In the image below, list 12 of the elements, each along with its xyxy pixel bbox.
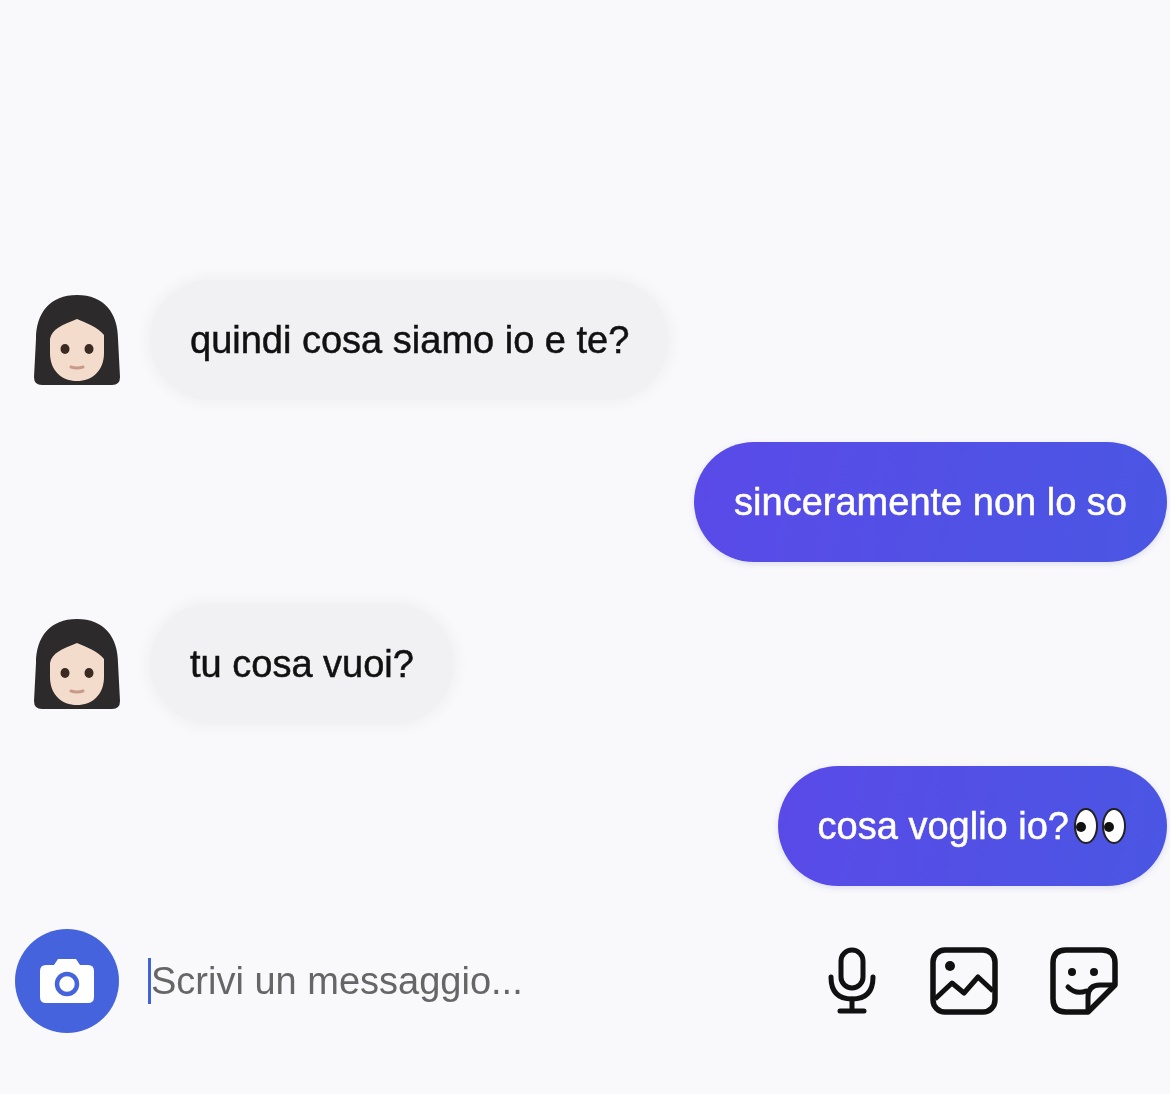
message-text: quindi cosa siamo io e te? xyxy=(190,318,630,362)
message-text: cosa voglio io? xyxy=(817,804,1069,848)
message-input-field[interactable]: Scrivi un messaggio... xyxy=(151,959,711,1003)
message-text: sinceramente non lo so xyxy=(734,480,1127,524)
microphone-icon xyxy=(826,947,878,1015)
sticker-button[interactable] xyxy=(1050,947,1118,1015)
microphone-button[interactable] xyxy=(826,947,878,1015)
image-icon xyxy=(930,947,998,1015)
image-button[interactable] xyxy=(930,947,998,1015)
sticker-icon xyxy=(1050,947,1118,1015)
message-text: tu cosa vuoi? xyxy=(190,642,414,686)
camera-icon xyxy=(38,957,96,1005)
